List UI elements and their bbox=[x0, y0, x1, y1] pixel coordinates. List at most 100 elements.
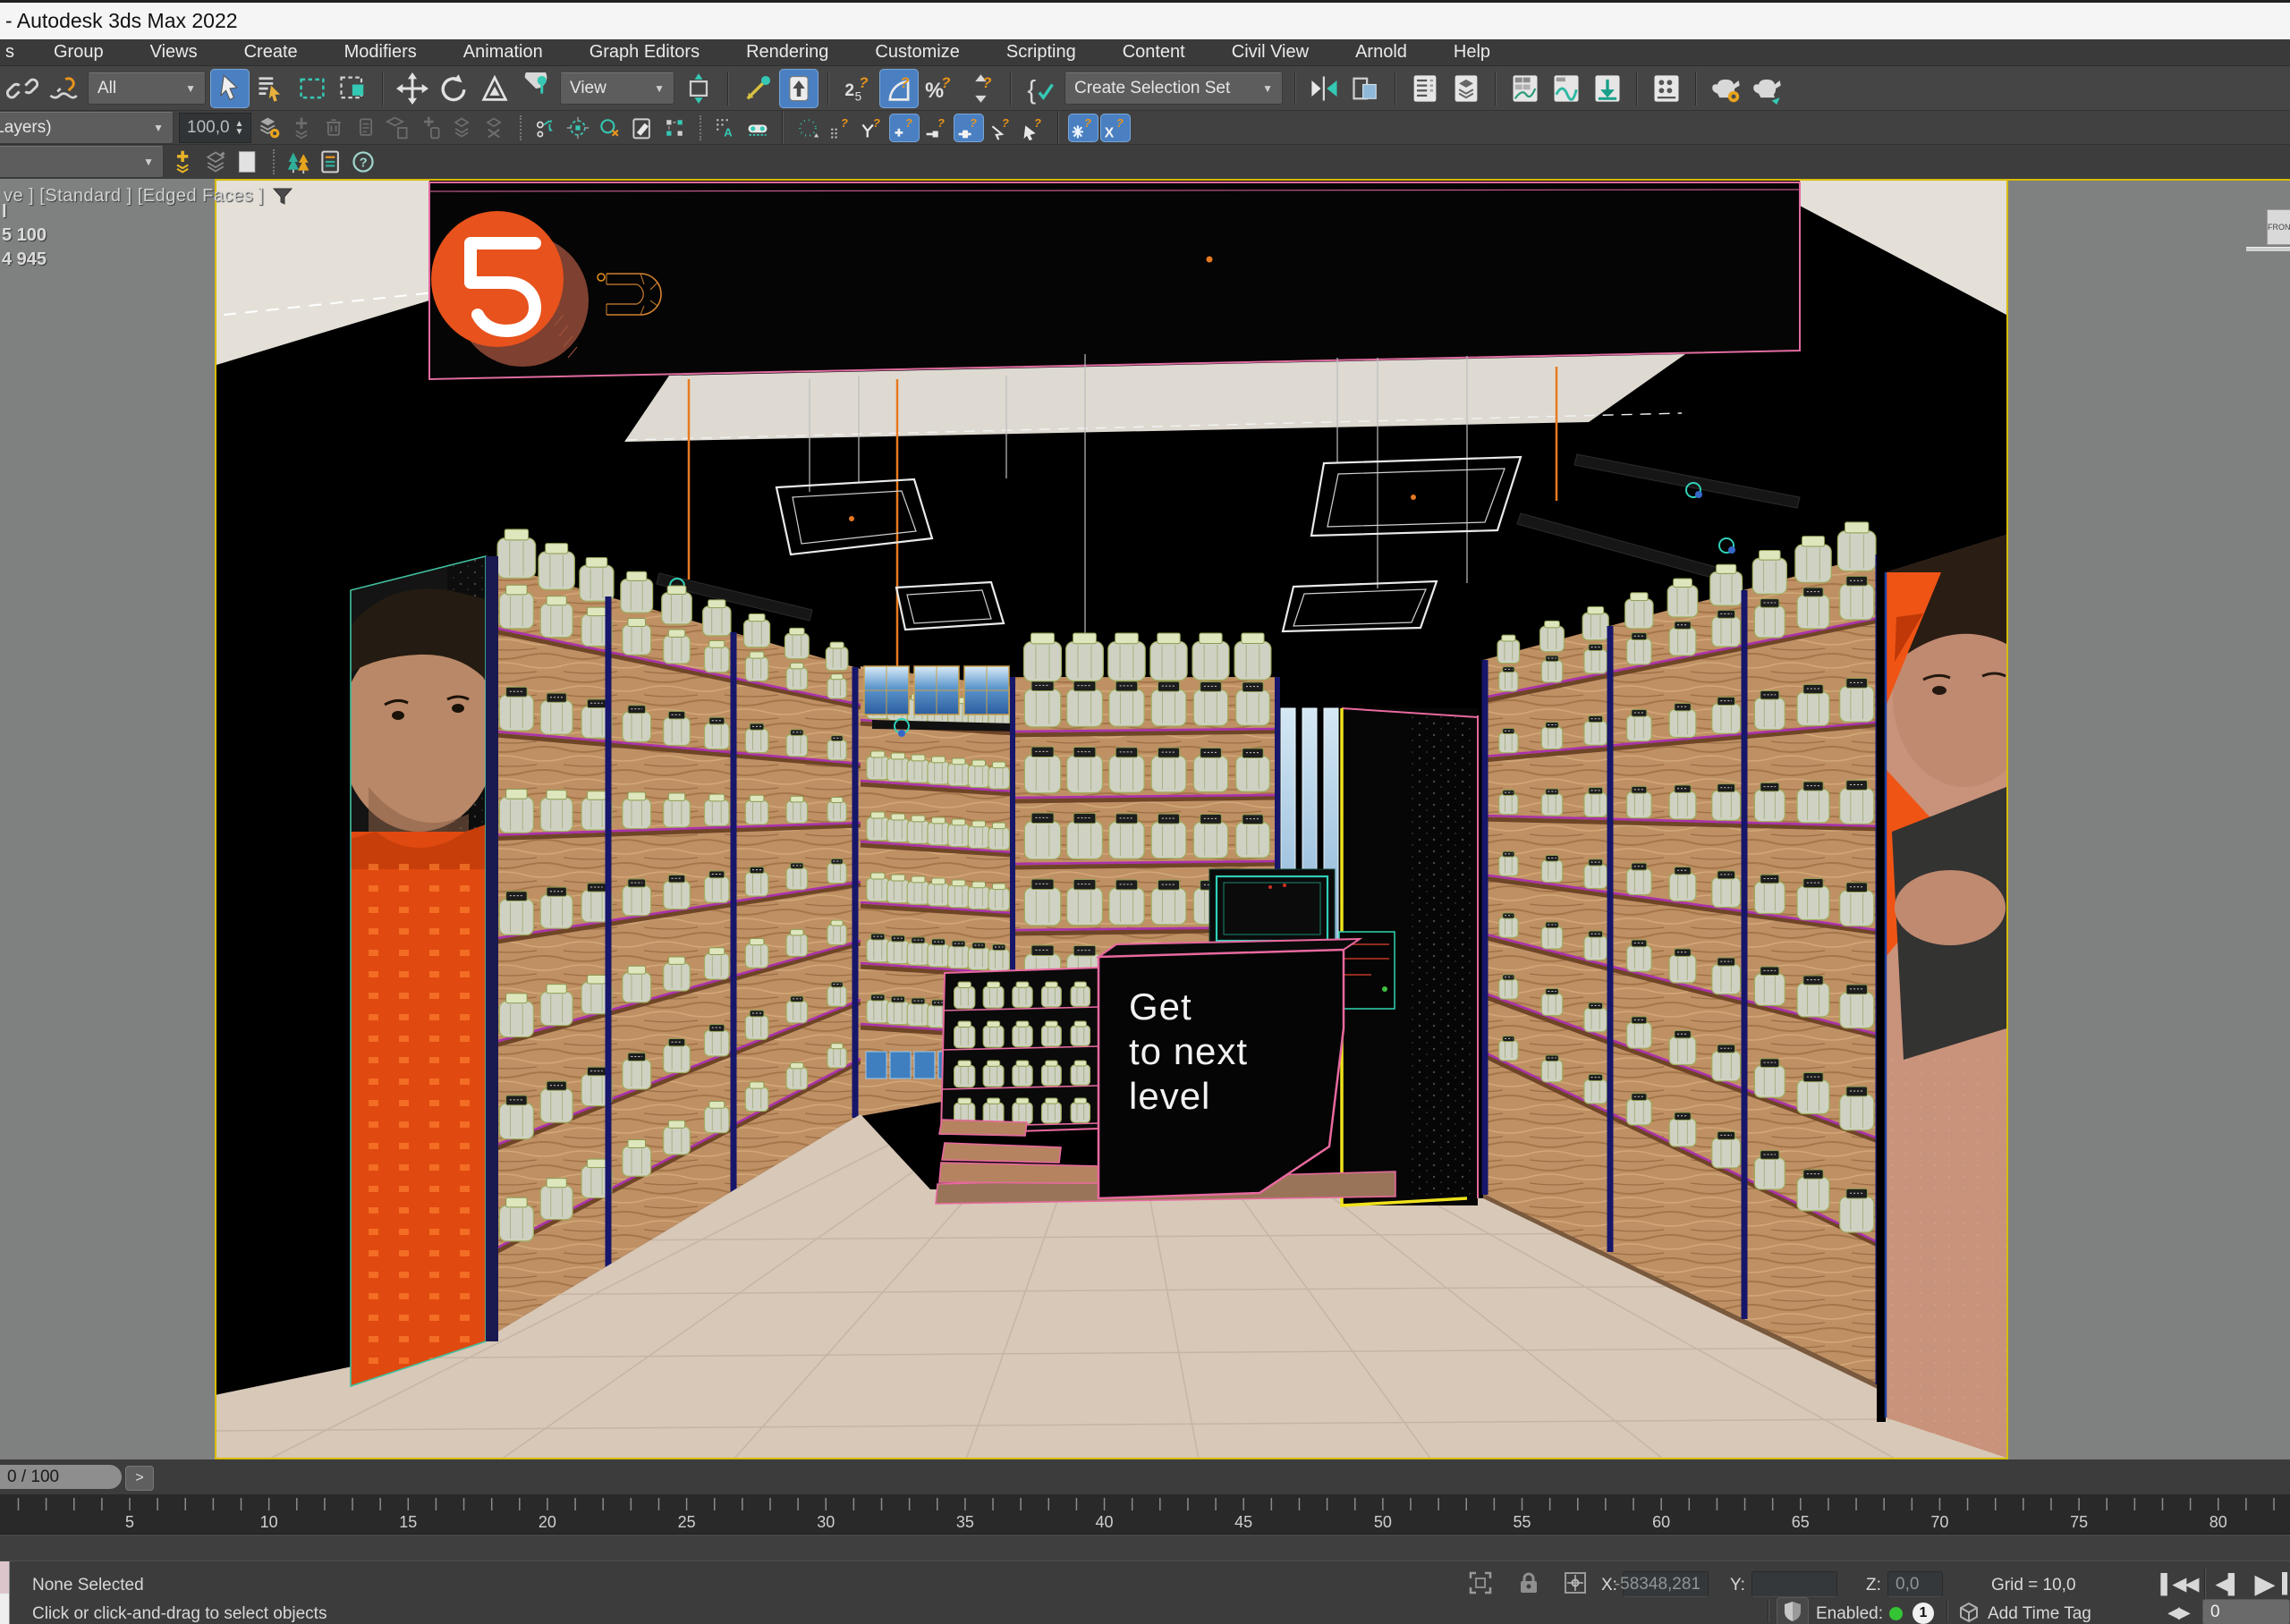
shield-icon[interactable] bbox=[1777, 1597, 1809, 1624]
next-frame-button[interactable]: > bbox=[125, 1466, 154, 1491]
right-poster[interactable] bbox=[1877, 535, 2006, 1458]
previous-frame-button[interactable]: ◀▌ bbox=[2209, 1570, 2245, 1597]
menu-item-content[interactable]: Content bbox=[1099, 39, 1209, 66]
menu-item-customize[interactable]: Customize bbox=[852, 39, 982, 66]
isolate-selection-button[interactable] bbox=[530, 114, 561, 142]
front-viewport-strip[interactable]: FRONT bbox=[2008, 179, 2290, 1461]
x-coordinate-field[interactable]: -58348,281 bbox=[1623, 1571, 1709, 1597]
time-slider-thumb[interactable]: 0 / 100 bbox=[0, 1465, 122, 1489]
z-coordinate-field[interactable]: 0,0 bbox=[1887, 1571, 1943, 1597]
mirror-button[interactable] bbox=[1305, 69, 1344, 108]
select-and-move-button[interactable] bbox=[393, 69, 432, 108]
report-document-button[interactable] bbox=[316, 148, 346, 176]
add-time-tag[interactable]: Add Time Tag bbox=[1988, 1604, 2091, 1624]
layer-list-button[interactable] bbox=[200, 148, 231, 176]
go-to-start-button[interactable]: ▌◀◀ bbox=[2158, 1570, 2201, 1597]
y-coordinate-field[interactable] bbox=[1751, 1571, 1837, 1597]
help-button[interactable]: ? bbox=[348, 148, 378, 176]
current-frame-field[interactable]: 0 bbox=[2202, 1599, 2290, 1624]
snap-midpoint-button[interactable]: ? bbox=[921, 114, 952, 142]
percent-snap-toggle-button[interactable]: %? bbox=[920, 69, 960, 108]
current-layer-dropdown[interactable]: able Layers)▼ bbox=[0, 112, 174, 144]
named-selection-set-dropdown[interactable]: Create Selection Set▼ bbox=[1064, 72, 1283, 105]
material-editor-button[interactable] bbox=[1647, 69, 1686, 108]
edit-named-selection-sets-button[interactable]: { bbox=[1021, 69, 1060, 108]
key-mode-toggle[interactable]: ◀▶ bbox=[2159, 1601, 2197, 1624]
soft-selection-button[interactable] bbox=[793, 114, 823, 142]
snap-axis-constraint-toggle-button[interactable]: X? bbox=[1100, 114, 1131, 142]
freeze-by-layer-button[interactable] bbox=[479, 114, 510, 142]
left-viewport-strip[interactable] bbox=[0, 179, 215, 1459]
menu-item-rendering[interactable]: Rendering bbox=[723, 39, 852, 66]
manage-layers-button[interactable] bbox=[254, 114, 284, 142]
snap-edge-button[interactable]: ? bbox=[954, 114, 984, 142]
menu-item-modifiers[interactable]: Modifiers bbox=[321, 39, 440, 66]
signage-band[interactable] bbox=[429, 182, 1800, 379]
menu-item-graph-editors[interactable]: Graph Editors bbox=[566, 39, 723, 66]
menu-item-scripting[interactable]: Scripting bbox=[983, 39, 1099, 66]
keyboard-shortcut-override-button[interactable] bbox=[779, 69, 818, 108]
toggle-layer-explorer-button[interactable] bbox=[1446, 69, 1486, 108]
next-frame-sliver[interactable]: ▌ bbox=[2282, 1570, 2290, 1597]
schematic-view-button[interactable] bbox=[1547, 69, 1586, 108]
unlink-selection-button[interactable] bbox=[44, 69, 83, 108]
hide-by-layer-button[interactable] bbox=[447, 114, 478, 142]
viewport-canvas-button[interactable] bbox=[627, 114, 657, 142]
render-production-button[interactable] bbox=[1747, 69, 1786, 108]
layer-properties-button[interactable] bbox=[351, 114, 381, 142]
create-new-layer-button[interactable] bbox=[286, 114, 317, 142]
transform-value-spinner[interactable]: 100,0▲▼ bbox=[179, 113, 251, 143]
select-and-rotate-button[interactable] bbox=[434, 69, 473, 108]
selection-region-icon[interactable] bbox=[1467, 1569, 1494, 1596]
maxscript-mini-listener-macro[interactable] bbox=[0, 1561, 10, 1594]
measure-tool-button[interactable] bbox=[742, 114, 773, 142]
menu-item-help[interactable]: Help bbox=[1430, 39, 1514, 66]
select-and-scale-button[interactable] bbox=[475, 69, 514, 108]
menu-item-animation[interactable]: Animation bbox=[440, 39, 566, 66]
snap-frozen-toggle-button[interactable]: ? bbox=[1068, 114, 1098, 142]
display-subobjects-button[interactable] bbox=[659, 114, 690, 142]
reference-coordinate-system-dropdown[interactable]: View▼ bbox=[560, 72, 674, 105]
center-display-button[interactable] bbox=[563, 114, 593, 142]
menu-item-group[interactable]: Group bbox=[30, 39, 127, 66]
rendered-frame-window-button[interactable] bbox=[1588, 69, 1627, 108]
angle-snap-toggle-button[interactable]: ? bbox=[879, 69, 919, 108]
select-and-manipulate-button[interactable] bbox=[738, 69, 777, 108]
spinner-arrows-icon[interactable]: ▲▼ bbox=[235, 120, 244, 136]
render-setup-button[interactable] bbox=[1706, 69, 1745, 108]
enabled-count-badge[interactable]: 1 bbox=[1913, 1603, 1934, 1624]
snaps-toggle-2-5-button[interactable]: 25? bbox=[838, 69, 878, 108]
menu-item-s[interactable]: s bbox=[0, 39, 30, 66]
menu-item-create[interactable]: Create bbox=[221, 39, 321, 66]
ghosting-toggle-button[interactable]: A bbox=[710, 114, 741, 142]
absolute-mode-icon[interactable] bbox=[1562, 1569, 1589, 1596]
select-and-link-button[interactable] bbox=[3, 69, 42, 108]
menu-item-civil-view[interactable]: Civil View bbox=[1209, 39, 1332, 66]
select-by-name-button[interactable] bbox=[251, 69, 291, 108]
menu-item-arnold[interactable]: Arnold bbox=[1332, 39, 1430, 66]
snap-endpoint-button[interactable]: ? bbox=[889, 114, 920, 142]
snap-face-button[interactable]: ? bbox=[1018, 114, 1048, 142]
viewcube[interactable]: FRONT bbox=[2267, 209, 2290, 245]
active-layer-dropdown[interactable]: ault)▼ bbox=[0, 146, 164, 178]
play-button[interactable]: ▶ bbox=[2247, 1569, 2281, 1599]
track-bar-ruler[interactable]: 5101520253035404550556065707580 bbox=[0, 1495, 2290, 1535]
use-pivot-point-center-button[interactable] bbox=[679, 69, 718, 108]
vegetation-tool-button[interactable] bbox=[284, 148, 314, 176]
snap-normal-button[interactable]: ? bbox=[986, 114, 1016, 142]
add-selection-to-layer-button[interactable] bbox=[415, 114, 445, 142]
menu-item-views[interactable]: Views bbox=[127, 39, 221, 66]
rectangular-selection-region-button[interactable] bbox=[293, 69, 332, 108]
snap-pivot-button[interactable]: ? bbox=[857, 114, 887, 142]
spinner-snap-toggle-button[interactable]: ? bbox=[962, 69, 1001, 108]
color-swatch-button[interactable] bbox=[233, 148, 263, 176]
create-new-layer-quick-button[interactable] bbox=[168, 148, 199, 176]
left-poster[interactable] bbox=[340, 556, 498, 1388]
toggle-scene-explorer-button[interactable] bbox=[1405, 69, 1445, 108]
selection-lock-icon[interactable] bbox=[1515, 1569, 1542, 1596]
delete-layer-button[interactable] bbox=[318, 114, 349, 142]
jar-display-rack[interactable] bbox=[941, 968, 1098, 1134]
align-button[interactable] bbox=[1346, 69, 1386, 108]
snap-grid-points-button[interactable]: ? bbox=[825, 114, 855, 142]
window-crossing-button[interactable] bbox=[334, 69, 373, 108]
